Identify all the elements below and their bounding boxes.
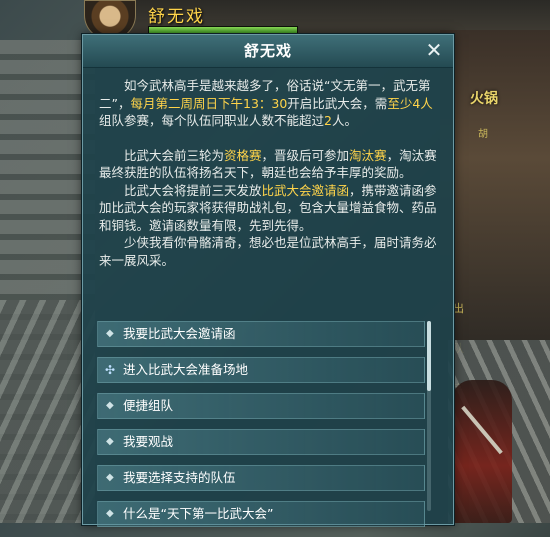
- npc-dialog: 舒无戏 ✕ 如今武林高手是越来越多了，俗话说“文无第一，武无第二”，每月第二周周…: [82, 34, 454, 527]
- option-label: 什么是“天下第一比武大会”: [123, 506, 274, 521]
- dialog-paragraph: 如今武林高手是越来越多了，俗话说“文无第一，武无第二”，每月第二周周日下午13：…: [99, 77, 439, 130]
- dialog-options: ◆ 我要比武大会邀请函 ✣ 进入比武大会准备场地 ◆ 便捷组队 ◆ 我要观战 ◆…: [97, 321, 425, 537]
- diamond-bullet-icon: ◆: [106, 436, 114, 447]
- dialog-paragraph: 少侠我看你骨骼清奇，想必也是位武林高手，届时请务必来一展风采。: [99, 235, 437, 268]
- background-sign-sub: 胡: [478, 129, 488, 140]
- text-span: 组队参赛，每个队伍同职业人数不能超过: [99, 113, 325, 128]
- text-span: 比武大会将提前三天发放: [124, 182, 262, 198]
- highlight-invitation: 比武大会邀请函: [261, 182, 350, 198]
- background-railing-left: [0, 300, 95, 523]
- option-label: 进入比武大会准备场地: [123, 362, 249, 377]
- option-what-is-tournament[interactable]: ◆ 什么是“天下第一比武大会”: [97, 501, 425, 527]
- npc-hp-fill: [149, 27, 297, 34]
- highlight-time: 每月第二周周日下午13：30: [130, 95, 288, 111]
- diamond-bullet-icon: ◆: [106, 472, 114, 483]
- text-span: ，晋级后可参加: [261, 147, 350, 163]
- option-spectate[interactable]: ◆ 我要观战: [97, 429, 425, 455]
- close-button[interactable]: ✕: [423, 39, 445, 61]
- dialog-paragraph: 比武大会前三轮为资格赛，晋级后可参加淘汰赛，淘汰赛最终获胜的队伍将扬名天下，朝廷…: [99, 147, 439, 182]
- option-support-team[interactable]: ◆ 我要选择支持的队伍: [97, 465, 425, 491]
- teleport-star-icon: ✣: [105, 363, 116, 377]
- option-label: 我要选择支持的队伍: [123, 470, 236, 485]
- text-span: 人。: [331, 113, 357, 128]
- highlight-qualifier: 资格赛: [224, 147, 262, 163]
- npc-name: 舒无戏: [148, 7, 205, 27]
- highlight-team-size: 至少4人: [387, 95, 433, 111]
- option-enter-preparation-area[interactable]: ✣ 进入比武大会准备场地: [97, 357, 425, 383]
- option-label: 我要比武大会邀请函: [123, 326, 236, 341]
- option-get-invitation[interactable]: ◆ 我要比武大会邀请函: [97, 321, 425, 347]
- background-shop-sign: 火锅: [470, 91, 498, 107]
- highlight-knockout: 淘汰赛: [349, 147, 387, 163]
- diamond-bullet-icon: ◆: [106, 508, 114, 519]
- diamond-bullet-icon: ◆: [106, 328, 114, 339]
- dialog-body: 如今武林高手是越来越多了，俗话说“文无第一，武无第二”，每月第二周周日下午13：…: [99, 77, 439, 269]
- option-quick-team[interactable]: ◆ 便捷组队: [97, 393, 425, 419]
- scrollbar-thumb[interactable]: [427, 321, 431, 391]
- diamond-bullet-icon: ◆: [106, 400, 114, 411]
- option-label: 我要观战: [123, 434, 174, 449]
- text-span: 比武大会前三轮为: [124, 147, 225, 163]
- highlight-max-same-class: 2: [324, 113, 332, 128]
- background-vertical-char: 出: [453, 302, 464, 315]
- dialog-title: 舒无戏: [83, 35, 453, 68]
- option-label: 便捷组队: [123, 398, 174, 413]
- text-span: 开启比武大会，需: [287, 95, 388, 111]
- options-scrollbar[interactable]: [427, 321, 431, 511]
- dialog-paragraph: 比武大会将提前三天发放比武大会邀请函，携带邀请函参加比武大会的玩家将获得助战礼包…: [99, 182, 439, 235]
